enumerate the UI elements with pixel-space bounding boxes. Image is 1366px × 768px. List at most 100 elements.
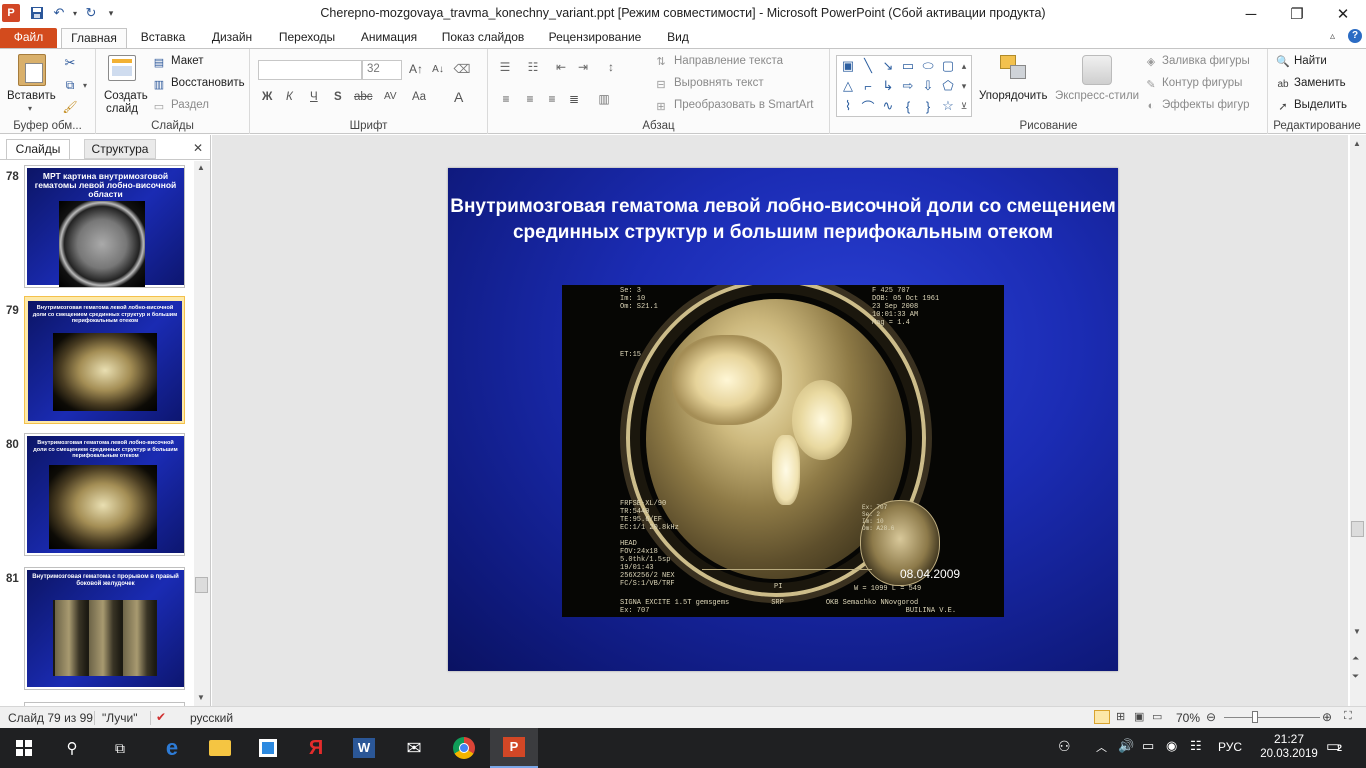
shape-outline-icon[interactable]: ✎ xyxy=(1144,77,1158,91)
find-icon[interactable]: 🔍 xyxy=(1276,54,1290,68)
change-case-button[interactable]: Aa xyxy=(412,91,426,103)
gallery-scroll-down-icon[interactable]: ▾ xyxy=(957,77,971,95)
replace-icon[interactable]: ab xyxy=(1276,77,1290,91)
close-pane-button[interactable]: ✕ xyxy=(190,139,206,159)
spellcheck-icon[interactable]: ✔ xyxy=(156,710,166,724)
slide-sorter-icon[interactable]: ⊞ xyxy=(1116,710,1125,723)
font-size-select[interactable]: 32 xyxy=(362,60,402,80)
reset-icon[interactable]: ▥ xyxy=(152,77,166,91)
convert-smartart-button[interactable]: Преобразовать в SmartArt xyxy=(674,99,814,111)
smartart-icon[interactable]: ⊞ xyxy=(654,99,668,113)
zoom-out-icon[interactable]: ⊖ xyxy=(1206,710,1216,724)
clock-time[interactable]: 21:27 xyxy=(1264,732,1314,746)
align-center-icon[interactable]: ≡ xyxy=(522,91,538,107)
columns-icon[interactable]: ▥ xyxy=(596,91,612,107)
numbering-icon[interactable]: ☷ xyxy=(524,59,542,75)
section-button[interactable]: Раздел xyxy=(171,99,209,111)
down-arrow-shape-icon[interactable]: ⇩ xyxy=(919,77,937,95)
mail-icon[interactable]: ✉ xyxy=(390,728,438,768)
replace-button[interactable]: Заменить xyxy=(1294,77,1346,89)
zoom-in-icon[interactable]: ⊕ xyxy=(1322,710,1332,724)
shape-fill-button[interactable]: Заливка фигуры xyxy=(1162,55,1250,67)
input-language[interactable]: РУС xyxy=(1218,740,1242,754)
select-icon[interactable]: ➚ xyxy=(1276,99,1290,113)
quick-styles-button[interactable]: Экспресс-стили xyxy=(1055,90,1139,102)
clock-date[interactable]: 20.03.2019 xyxy=(1254,748,1324,760)
shape-fill-icon[interactable]: ◈ xyxy=(1144,54,1158,68)
network-icon[interactable]: ☷ xyxy=(1190,738,1202,754)
textbox-shape-icon[interactable]: ▣ xyxy=(839,57,857,75)
align-left-icon[interactable]: ≡ xyxy=(498,91,514,107)
layout-button[interactable]: Макет xyxy=(171,55,204,67)
tab-animation[interactable]: Анимация xyxy=(354,28,424,48)
increase-indent-icon[interactable]: ⇥ xyxy=(574,59,592,75)
close-button[interactable]: ✕ xyxy=(1320,0,1366,28)
oval-shape-icon[interactable]: ⬭ xyxy=(919,57,937,75)
align-right-icon[interactable]: ≡ xyxy=(544,91,560,107)
gallery-scroll-up-icon[interactable]: ▴ xyxy=(957,57,971,75)
paste-button[interactable]: Вставить xyxy=(7,90,56,102)
font-family-select[interactable] xyxy=(258,60,362,80)
scroll-down-arrow-icon[interactable]: ▼ xyxy=(1353,627,1361,636)
chrome-icon[interactable] xyxy=(440,728,488,768)
align-text-button[interactable]: Выровнять текст xyxy=(674,77,764,89)
flowchart-shape-icon[interactable]: ⬠ xyxy=(939,77,957,95)
show-hidden-icons[interactable]: ︿ xyxy=(1096,739,1107,755)
minimize-ribbon-icon[interactable]: ▵ xyxy=(1330,31,1335,42)
zoom-level[interactable]: 70% xyxy=(1176,711,1200,725)
powerpoint-taskbar-icon[interactable]: P xyxy=(490,728,538,768)
tab-transitions[interactable]: Переходы xyxy=(272,28,342,48)
scroll-up-arrow-icon[interactable]: ▲ xyxy=(197,163,205,172)
minimize-button[interactable]: ─ xyxy=(1228,0,1274,28)
section-icon[interactable]: ▭ xyxy=(152,99,166,113)
paste-icon[interactable] xyxy=(18,54,46,86)
new-slide-icon[interactable] xyxy=(108,55,136,81)
select-button[interactable]: Выделить xyxy=(1294,99,1347,111)
next-slide-icon[interactable]: ⏷ xyxy=(1352,671,1359,682)
search-icon[interactable]: ⚲ xyxy=(48,728,96,768)
main-vertical-scrollbar[interactable]: ▲ ▼ ⏶ ⏷ xyxy=(1350,135,1366,706)
rounded-rect-shape-icon[interactable]: ▢ xyxy=(939,57,957,75)
shrink-font-icon[interactable]: A↓ xyxy=(430,61,446,77)
file-explorer-icon[interactable] xyxy=(196,728,244,768)
right-brace-shape-icon[interactable]: } xyxy=(919,97,937,115)
zoom-slider-thumb[interactable] xyxy=(1252,711,1258,723)
previous-slide-icon[interactable]: ⏶ xyxy=(1352,653,1359,664)
word-icon[interactable]: W xyxy=(340,728,388,768)
tab-insert[interactable]: Вставка xyxy=(134,28,192,48)
reading-view-icon[interactable]: ▣ xyxy=(1134,710,1144,723)
arc-shape-icon[interactable]: ⌒ xyxy=(859,97,877,115)
current-slide[interactable]: Внутримозговая гематома левой лобно-висо… xyxy=(448,168,1118,671)
paste-dropdown-icon[interactable]: ▾ xyxy=(28,104,32,113)
underline-button[interactable]: Ч xyxy=(310,91,318,103)
tab-view[interactable]: Вид xyxy=(660,28,696,48)
tab-outline-pane[interactable]: Структура xyxy=(84,139,156,159)
decrease-indent-icon[interactable]: ⇤ xyxy=(552,59,570,75)
tab-review[interactable]: Рецензирование xyxy=(542,28,648,48)
text-direction-icon[interactable]: ⇅ xyxy=(654,54,668,68)
arrange-button[interactable]: Упорядочить xyxy=(979,90,1047,102)
cut-icon[interactable]: ✂ xyxy=(62,55,78,71)
font-color-button[interactable]: A xyxy=(454,89,463,105)
triangle-shape-icon[interactable]: △ xyxy=(839,77,857,95)
right-arrow-shape-icon[interactable]: ⇨ xyxy=(899,77,917,95)
help-icon[interactable]: ? xyxy=(1348,29,1362,43)
strikethrough-button[interactable]: abc xyxy=(354,91,373,103)
shape-effects-button[interactable]: Эффекты фигур xyxy=(1162,99,1250,111)
shadow-button[interactable]: S xyxy=(334,91,342,103)
line-shape-icon[interactable]: ╲ xyxy=(859,57,877,75)
shapes-gallery[interactable]: ▣ ╲ ↘ ▭ ⬭ ▢ △ ⌐ ↳ ⇨ ⇩ ⬠ ⌇ ⌒ ∿ { } ☆ ▴ ▾ … xyxy=(836,55,972,117)
arrange-icon[interactable] xyxy=(1000,55,1028,85)
line-spacing-icon[interactable]: ↕ xyxy=(602,59,620,75)
normal-view-icon[interactable] xyxy=(1094,710,1110,724)
fit-to-window-icon[interactable]: ⛶ xyxy=(1344,710,1352,723)
layout-icon[interactable]: ▤ xyxy=(152,55,166,69)
text-direction-button[interactable]: Направление текста xyxy=(674,55,783,67)
windows-start-icon[interactable] xyxy=(0,728,48,768)
freeform-shape-icon[interactable]: ⌇ xyxy=(839,97,857,115)
volume-icon[interactable]: 🔊 xyxy=(1118,738,1134,754)
copy-dropdown-icon[interactable]: ▾ xyxy=(80,77,90,93)
star-shape-icon[interactable]: ☆ xyxy=(939,97,957,115)
shape-effects-icon[interactable]: ◐ xyxy=(1144,99,1158,113)
slide-thumbnail[interactable]: Внутримозговая гематома левой лобно-висо… xyxy=(24,433,185,556)
